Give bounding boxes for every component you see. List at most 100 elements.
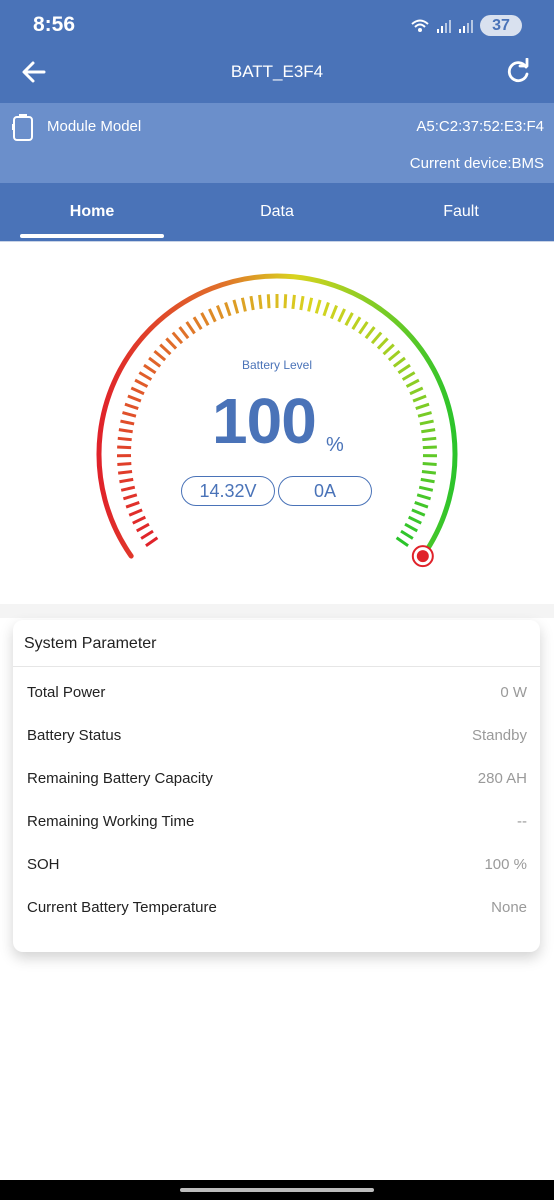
section-divider <box>0 604 554 618</box>
module-info-panel: Module Model A5:C2:37:52:E3:F4 Current d… <box>0 103 554 183</box>
param-value: 280 AH <box>477 770 527 787</box>
battery-indicator: 37 <box>480 15 522 36</box>
gauge-tick <box>422 462 437 466</box>
gauge-tick <box>376 337 389 350</box>
gauge-tick <box>215 304 224 320</box>
tab-data[interactable]: Data <box>185 203 369 221</box>
gauge-tick <box>192 316 203 330</box>
param-row: SOH 100 % <box>27 856 527 880</box>
system-nav-bar <box>0 1180 554 1200</box>
gauge-tick <box>122 493 138 501</box>
gauge-tick <box>283 294 288 309</box>
signal-icon-2 <box>459 19 473 33</box>
battery-gauge-section: Battery Level 100 % 14.32V 0A <box>0 242 554 604</box>
gauge-tick <box>421 469 437 475</box>
tab-indicator <box>20 234 164 238</box>
gauge-tick <box>120 419 135 426</box>
tab-fault[interactable]: Fault <box>369 203 553 221</box>
param-value: None <box>491 899 527 916</box>
gauge-tick <box>138 371 153 381</box>
gauge-tick <box>370 331 383 345</box>
mac-address: A5:C2:37:52:E3:F4 <box>416 118 544 135</box>
gauge-indicator-dot <box>416 550 429 563</box>
param-value: 0 W <box>500 684 527 701</box>
gauge-tick <box>337 308 346 323</box>
gauge-tick <box>404 522 418 533</box>
gauge-tick <box>314 299 322 314</box>
gauge-tick <box>124 402 139 411</box>
home-gesture-handle[interactable] <box>180 1188 374 1192</box>
gauge-tick <box>117 462 132 466</box>
param-label: SOH <box>27 856 60 873</box>
param-row: Battery Status Standby <box>27 727 527 751</box>
voltage-badge: 14.32V <box>181 476 275 506</box>
param-row: Remaining Battery Capacity 280 AH <box>27 770 527 794</box>
card-divider <box>13 666 540 667</box>
gauge-tick <box>358 321 369 335</box>
gauge-tick <box>140 529 154 540</box>
gauge-tick <box>415 402 430 411</box>
param-value: Standby <box>471 727 527 744</box>
page-title: BATT_E3F4 <box>230 62 324 81</box>
gauge-tick <box>422 445 437 450</box>
param-label: Battery Status <box>27 727 122 744</box>
gauge-tick <box>422 436 437 442</box>
gauge-tick <box>165 337 178 350</box>
gauge-tick <box>291 294 296 310</box>
gauge-tick <box>128 508 143 517</box>
gauge-tick <box>266 294 271 309</box>
gauge-tick <box>224 302 232 317</box>
gauge-tick <box>117 469 133 475</box>
param-label: Current Battery Temperature <box>27 899 217 916</box>
battery-level-unit: % <box>326 434 344 456</box>
gauge-tick <box>364 326 376 340</box>
gauge-tick <box>208 308 217 323</box>
gauge-tick <box>411 508 426 517</box>
gauge-tick <box>117 445 132 450</box>
gauge-tick <box>414 501 429 509</box>
battery-level-value: 100 <box>212 385 317 457</box>
gauge-tick <box>401 371 416 381</box>
gauge-tick <box>416 493 432 501</box>
gauge-tick <box>185 321 196 335</box>
app-bar: BATT_E3F4 <box>0 50 554 103</box>
signal-icon <box>437 19 451 33</box>
tab-home[interactable]: Home <box>0 203 184 221</box>
gauge-tick <box>240 297 247 312</box>
gauge-tick <box>145 536 159 548</box>
param-row: Current Battery Temperature None <box>27 899 527 923</box>
gauge-tick <box>249 295 255 311</box>
gauge-tick <box>351 316 362 330</box>
tab-bar: Home Data Fault <box>0 183 554 242</box>
gauge-tick <box>125 501 140 509</box>
gauge-tick <box>130 386 145 396</box>
gauge-tick <box>420 477 435 484</box>
gauge-tick <box>330 304 339 320</box>
gauge-tick <box>417 411 432 418</box>
gauge-tick <box>178 326 190 340</box>
gauge-tick <box>122 411 137 418</box>
refresh-icon[interactable] <box>504 58 532 86</box>
gauge-tick <box>134 378 149 388</box>
param-label: Remaining Battery Capacity <box>27 770 213 787</box>
gauge-tick <box>232 299 240 314</box>
current-badge: 0A <box>278 476 372 506</box>
gauge-tick <box>119 477 134 484</box>
card-title: System Parameter <box>24 635 157 652</box>
gauge-tick <box>258 294 263 310</box>
status-bar: 8:56 37 <box>0 0 554 50</box>
param-label: Remaining Working Time <box>27 813 195 830</box>
gauge-label: Battery Level <box>241 358 313 372</box>
param-row: Remaining Working Time -- <box>27 813 527 837</box>
gauge-tick <box>405 378 420 388</box>
status-icons: 37 <box>410 15 522 36</box>
gauge-tick <box>132 515 147 525</box>
status-time: 8:56 <box>33 13 76 36</box>
gauge-tick <box>421 428 436 434</box>
gauge-tick <box>200 312 210 326</box>
gauge-tick <box>127 394 142 403</box>
gauge-tick <box>395 536 409 548</box>
gauge-tick <box>418 485 434 492</box>
wifi-icon <box>411 19 429 32</box>
param-row: Total Power 0 W <box>27 684 527 708</box>
